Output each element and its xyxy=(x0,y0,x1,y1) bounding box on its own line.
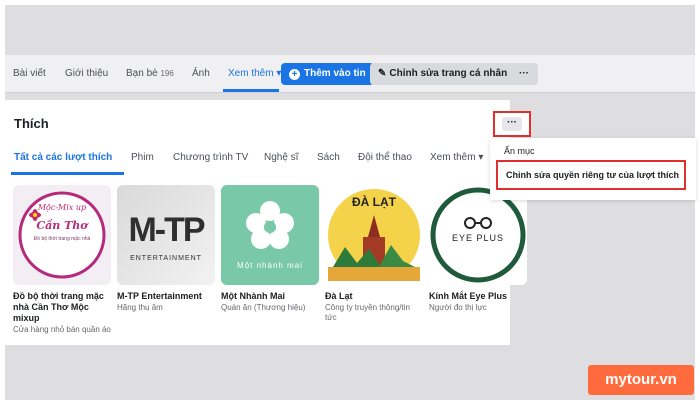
moc-mixup-logo-line1: Mộc-Mix up xyxy=(37,203,87,212)
profile-more-button[interactable]: ··· xyxy=(510,63,538,85)
card-name[interactable]: Một Nhành Mai xyxy=(221,291,319,302)
card-name[interactable]: M-TP Entertainment xyxy=(117,291,215,302)
tab-about[interactable]: Giới thiệu xyxy=(65,55,108,92)
likes-panel: Thích Tất cả các lượt thích Phim Chương … xyxy=(5,100,527,345)
tab-friends-label: Bạn bè xyxy=(126,68,158,79)
mot-nhanh-mai-logo-text: Một nhành mai xyxy=(237,261,303,270)
subtab-tv-shows[interactable]: Chương trình TV xyxy=(173,152,248,163)
pencil-icon: ✎ xyxy=(378,68,387,79)
tab-posts[interactable]: Bài viết xyxy=(13,55,46,92)
card-image-mot-nhanh-mai: Một nhành mai xyxy=(221,185,319,285)
card-image-da-lat: ĐÀ LẠT xyxy=(325,185,423,285)
mytour-watermark: mytour.vn xyxy=(588,365,694,395)
likes-title: Thích xyxy=(14,116,49,131)
like-card[interactable]: ĐÀ LẠT Đà Lạt Công ty truyền thông/tin t… xyxy=(325,185,423,323)
subtab-sports-teams[interactable]: Đội thể thao xyxy=(358,152,412,163)
card-name[interactable]: Đà Lạt xyxy=(325,291,423,302)
like-card[interactable]: Một nhành mai Một Nhành Mai Quán ăn (Thư… xyxy=(221,185,319,313)
like-card[interactable]: Mộc-Mix up Cần Thơ Đồ bộ thời trang mặc … xyxy=(13,185,111,335)
apricot-blossom-icon xyxy=(246,201,294,249)
likes-more-button[interactable]: ··· xyxy=(493,111,531,137)
moc-mixup-logo xyxy=(18,191,106,279)
tab-friends[interactable]: Bạn bè 196 xyxy=(126,55,174,92)
menu-item-hide[interactable]: Ẩn mục xyxy=(504,146,535,156)
active-tab-underline xyxy=(223,89,279,92)
like-card[interactable]: EYE PLUS Kính Mắt Eye Plus Người đo thị … xyxy=(429,185,527,313)
add-to-story-button[interactable]: + Thêm vào tin xyxy=(281,63,374,85)
card-image-moc-mixup: Mộc-Mix up Cần Thơ Đồ bộ thời trang mặc … xyxy=(13,185,111,285)
card-category: Cửa hàng nhỏ bán quần áo xyxy=(13,325,111,334)
subtab-artists[interactable]: Nghệ sĩ xyxy=(264,152,298,163)
like-card[interactable]: M-TP ENTERTAINMENT M-TP Entertainment Hã… xyxy=(117,185,215,313)
card-category: Người đo thị lực xyxy=(429,303,487,312)
card-image-mtp: M-TP ENTERTAINMENT xyxy=(117,185,215,285)
edit-profile-button[interactable]: ✎ Chỉnh sửa trang cá nhân xyxy=(370,63,516,85)
card-category: Hãng thu âm xyxy=(117,303,163,312)
subtab-see-more[interactable]: Xem thêm ▾ xyxy=(430,152,483,163)
card-name[interactable]: Đồ bộ thời trang mặc nhà Cần Thơ Mộc mix… xyxy=(13,291,111,324)
da-lat-logo-text: ĐÀ LẠT xyxy=(352,195,396,209)
moc-mixup-logo-line2: Cần Thơ xyxy=(36,219,88,232)
edit-profile-label: Chỉnh sửa trang cá nhân xyxy=(389,68,508,79)
mtp-logo-subtext: ENTERTAINMENT xyxy=(130,255,202,262)
add-to-story-label: Thêm vào tin xyxy=(304,68,366,79)
mtp-logo-text: M-TP xyxy=(128,211,205,249)
card-category: Quán ăn (Thương hiệu) xyxy=(221,303,306,312)
friends-count: 196 xyxy=(160,69,174,78)
card-image-eye-plus: EYE PLUS xyxy=(429,185,527,285)
plus-icon: + xyxy=(289,69,300,80)
ellipsis-icon: ··· xyxy=(502,117,522,131)
tab-photos[interactable]: Ảnh xyxy=(192,55,210,92)
moc-mixup-logo-line3: Đồ bộ thời trang mặc nhà xyxy=(33,236,91,242)
tab-see-more[interactable]: Xem thêm ▾ xyxy=(228,55,281,92)
active-subtab-underline xyxy=(11,172,124,175)
subtab-movies[interactable]: Phim xyxy=(131,152,154,163)
card-category: Công ty truyền thông/tin tức xyxy=(325,303,410,322)
subtab-all-likes[interactable]: Tất cả các lượt thích xyxy=(14,152,112,163)
subtab-books[interactable]: Sách xyxy=(317,152,340,163)
eye-plus-logo-text: EYE PLUS xyxy=(451,233,505,243)
card-name[interactable]: Kính Mắt Eye Plus xyxy=(429,291,527,302)
menu-item-edit-privacy[interactable]: Chỉnh sửa quyền riêng tư của lượt thích xyxy=(496,160,686,190)
